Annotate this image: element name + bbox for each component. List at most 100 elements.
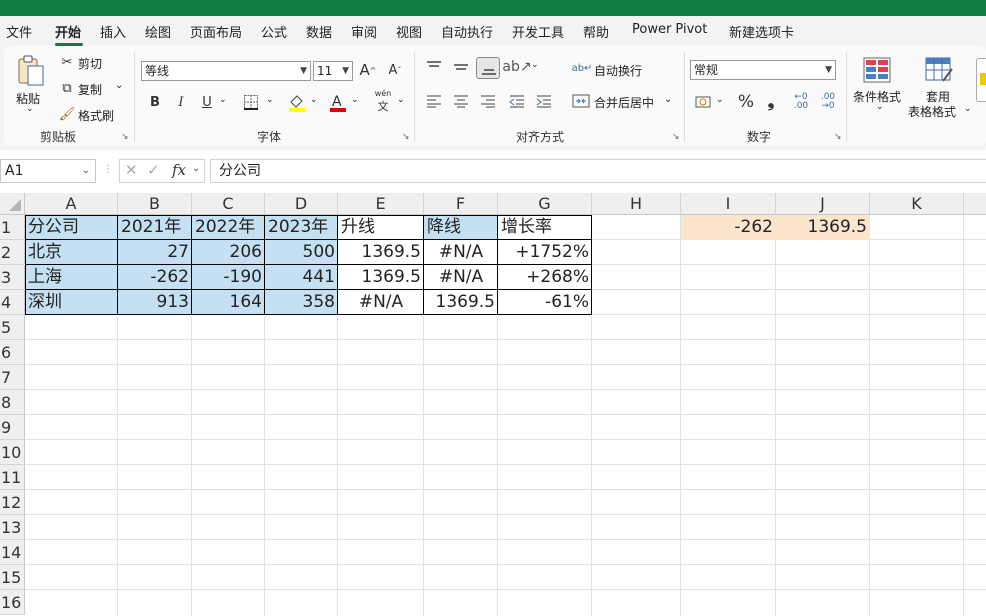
cell-e3[interactable]: 1369.5 bbox=[338, 265, 424, 290]
cell-styles-button[interactable] bbox=[976, 58, 986, 102]
tab-page-layout[interactable]: 页面布局 bbox=[190, 22, 242, 41]
merge-center-button[interactable]: 合并后居中 bbox=[594, 94, 654, 111]
scissors-icon[interactable]: ✂ bbox=[59, 54, 75, 70]
row-header-2[interactable]: 2 bbox=[0, 240, 25, 265]
cell-f4[interactable]: 1369.5 bbox=[424, 290, 498, 315]
font-color-icon[interactable]: A bbox=[328, 91, 348, 113]
chevron-down-icon[interactable]: ⌄ bbox=[876, 102, 884, 112]
spreadsheet-grid[interactable]: A B C D E F G H I J K 1 2 3 4 5 6 7 8 9 … bbox=[0, 193, 986, 616]
number-format-select[interactable]: 常规 ▼ bbox=[690, 60, 836, 80]
paste-dropdown-icon[interactable]: ⌄ bbox=[26, 104, 34, 114]
tab-help[interactable]: 帮助 bbox=[583, 22, 609, 41]
paste-icon[interactable] bbox=[16, 54, 46, 88]
chevron-down-icon[interactable]: ⌄ bbox=[219, 95, 227, 105]
column-header-l[interactable] bbox=[964, 193, 986, 215]
cell-e2[interactable]: 1369.5 bbox=[338, 240, 424, 265]
row-header-3[interactable]: 3 bbox=[0, 265, 25, 290]
row-header-6[interactable]: 6 bbox=[0, 340, 25, 365]
align-left-icon[interactable] bbox=[425, 92, 443, 110]
orientation-icon[interactable]: ab↗ bbox=[502, 57, 531, 77]
more-options-icon[interactable]: ⋮ bbox=[103, 164, 113, 175]
accounting-format-icon[interactable] bbox=[694, 93, 714, 111]
number-launcher-icon[interactable]: ↘ bbox=[834, 132, 842, 142]
tab-home[interactable]: 开始 bbox=[55, 22, 81, 41]
copy-dropdown-icon[interactable]: ⌄ bbox=[115, 80, 123, 91]
chevron-down-icon[interactable]: ⌄ bbox=[964, 104, 972, 114]
percent-style-button[interactable]: % bbox=[737, 91, 755, 113]
tab-formulas[interactable]: 公式 bbox=[261, 22, 287, 41]
cell-f1[interactable]: 降线 bbox=[424, 215, 498, 240]
insert-function-button[interactable]: fx bbox=[172, 161, 186, 179]
chevron-down-icon[interactable]: ⌄ bbox=[351, 95, 359, 105]
column-header-g[interactable]: G bbox=[498, 193, 592, 215]
row-header-8[interactable]: 8 bbox=[0, 390, 25, 415]
cell-e1[interactable]: 升线 bbox=[338, 215, 424, 240]
bold-button[interactable]: B bbox=[147, 93, 163, 111]
row-header-12[interactable]: 12 bbox=[0, 490, 25, 515]
tab-automate[interactable]: 自动执行 bbox=[441, 22, 493, 41]
name-box[interactable]: A1 ⌄ bbox=[0, 159, 96, 183]
align-bottom-button[interactable] bbox=[476, 57, 500, 79]
cell-d2[interactable]: 500 bbox=[265, 240, 338, 265]
italic-button[interactable]: I bbox=[173, 93, 189, 111]
fill-color-icon[interactable] bbox=[287, 91, 307, 113]
tab-review[interactable]: 审阅 bbox=[351, 22, 377, 41]
cell-b1[interactable]: 2021年 bbox=[118, 215, 192, 240]
cell-c2[interactable]: 206 bbox=[192, 240, 265, 265]
cell-i1[interactable]: -262 bbox=[681, 215, 776, 240]
cancel-icon[interactable]: ✕ bbox=[125, 161, 138, 179]
cell-g4[interactable]: -61% bbox=[498, 290, 592, 315]
decrease-indent-icon[interactable] bbox=[508, 92, 526, 110]
cell-d3[interactable]: 441 bbox=[265, 265, 338, 290]
tab-developer[interactable]: 开发工具 bbox=[512, 22, 564, 41]
cell-c1[interactable]: 2022年 bbox=[192, 215, 265, 240]
chevron-down-icon[interactable]: ⌄ bbox=[310, 95, 318, 105]
format-as-table-icon[interactable] bbox=[924, 56, 954, 84]
phonetic-guide-icon[interactable]: wén 文 bbox=[372, 89, 394, 113]
column-header-d[interactable]: D bbox=[265, 193, 338, 215]
cell-g3[interactable]: +268% bbox=[498, 265, 592, 290]
chevron-down-icon[interactable]: ⌄ bbox=[716, 95, 724, 105]
tab-data[interactable]: 数据 bbox=[306, 22, 332, 41]
cell-a4[interactable]: 深圳 bbox=[25, 290, 118, 315]
cell-f2[interactable]: #N/A bbox=[424, 240, 498, 265]
column-header-a[interactable]: A bbox=[25, 193, 118, 215]
chevron-down-icon[interactable]: ⌄ bbox=[397, 95, 405, 105]
align-center-icon[interactable] bbox=[452, 92, 470, 110]
cut-button[interactable]: 剪切 bbox=[78, 55, 102, 72]
enter-icon[interactable]: ✓ bbox=[147, 161, 160, 179]
alignment-launcher-icon[interactable]: ↘ bbox=[672, 132, 680, 142]
increase-font-icon[interactable]: A ^ bbox=[359, 60, 377, 80]
formula-input[interactable]: 分公司 bbox=[210, 159, 986, 183]
row-header-16[interactable]: 16 bbox=[0, 590, 25, 615]
cell-a3[interactable]: 上海 bbox=[25, 265, 118, 290]
align-right-icon[interactable] bbox=[479, 92, 497, 110]
row-header-15[interactable]: 15 bbox=[0, 565, 25, 590]
row-header-5[interactable]: 5 bbox=[0, 315, 25, 340]
tab-file[interactable]: 文件 bbox=[6, 22, 32, 41]
font-launcher-icon[interactable]: ↘ bbox=[402, 132, 410, 142]
cell-g1[interactable]: 增长率 bbox=[498, 215, 592, 240]
chevron-down-icon[interactable]: ⌄ bbox=[664, 94, 672, 105]
increase-decimal-icon[interactable]: ←0.00 bbox=[791, 91, 811, 113]
cell-a1[interactable]: 分公司 bbox=[25, 215, 118, 240]
cell-j1[interactable]: 1369.5 bbox=[776, 215, 870, 240]
align-top-icon[interactable] bbox=[425, 58, 443, 76]
cell-e4[interactable]: #N/A bbox=[338, 290, 424, 315]
row-header-9[interactable]: 9 bbox=[0, 415, 25, 440]
cell-a2[interactable]: 北京 bbox=[25, 240, 118, 265]
column-header-i[interactable]: I bbox=[681, 193, 776, 215]
format-as-table-label-2[interactable]: 表格格式 bbox=[908, 103, 956, 120]
select-all-corner[interactable] bbox=[0, 193, 25, 215]
cell-d4[interactable]: 358 bbox=[265, 290, 338, 315]
align-middle-icon[interactable] bbox=[452, 58, 470, 76]
tab-insert[interactable]: 插入 bbox=[100, 22, 126, 41]
column-header-k[interactable]: K bbox=[870, 193, 964, 215]
column-header-c[interactable]: C bbox=[192, 193, 265, 215]
row-header-14[interactable]: 14 bbox=[0, 540, 25, 565]
row-header-1[interactable]: 1 bbox=[0, 215, 25, 240]
tab-new[interactable]: 新建选项卡 bbox=[729, 22, 794, 41]
font-family-select[interactable]: 等线 ▼ bbox=[141, 61, 311, 81]
chevron-down-icon[interactable]: ⌄ bbox=[192, 163, 200, 174]
cell-b3[interactable]: -262 bbox=[118, 265, 192, 290]
